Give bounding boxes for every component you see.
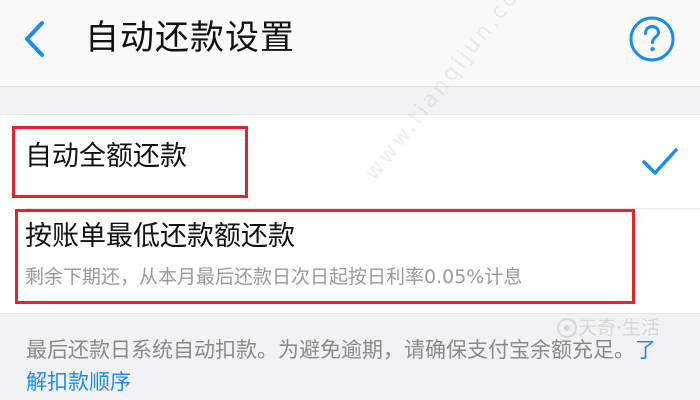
back-button[interactable] — [16, 16, 60, 62]
option-minimum-repayment-description: 剩余下期还，从本月最后还款日次日起按日利率0.05%计息 — [25, 266, 523, 288]
nav-bar: 自动还款设置 — [0, 0, 700, 87]
option-minimum-repayment[interactable]: 按账单最低还款额还款 剩余下期还，从本月最后还款日次日起按日利率0.05%计息 — [0, 209, 700, 313]
page-title: 自动还款设置 — [85, 18, 295, 58]
help-button[interactable] — [627, 14, 677, 64]
footer-note: 最后还款日系统自动扣款。为避免逾期，请确保支付宝余额充足。了解扣款顺序 — [26, 334, 676, 398]
checkmark-icon — [642, 148, 678, 175]
option-full-repayment[interactable]: 自动全额还款 — [0, 115, 700, 208]
footer-note-text: 最后还款日系统自动扣款。为避免逾期，请确保支付宝余额充足。 — [26, 338, 635, 362]
repay-options-list: 自动全额还款 按账单最低还款额还款 剩余下期还，从本月最后还款日次日起按日利率0… — [0, 114, 700, 314]
chevron-left-icon — [25, 21, 44, 57]
option-minimum-repayment-label: 按账单最低还款额还款 — [25, 221, 295, 252]
question-circle-icon — [629, 16, 675, 62]
auto-repay-settings-screen: 自动还款设置 自动全额还款 按账单最低还款额还款 剩余下期还，从本月最后还款日次… — [0, 0, 700, 400]
option-full-repayment-label: 自动全额还款 — [25, 141, 187, 172]
